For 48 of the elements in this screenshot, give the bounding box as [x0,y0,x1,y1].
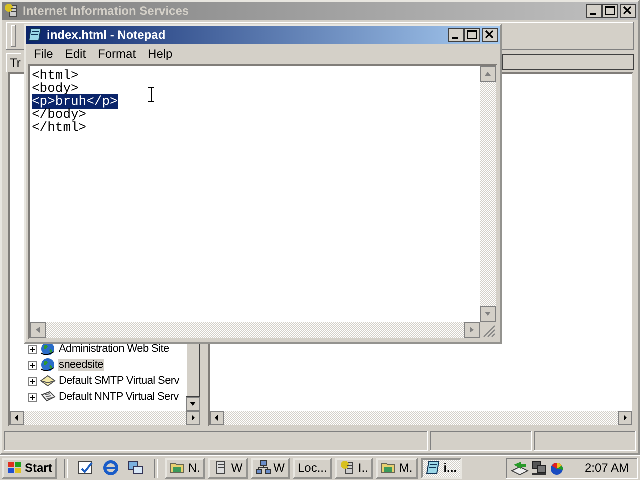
notepad-icon [28,27,44,43]
computer-icon[interactable] [530,460,547,476]
expand-icon[interactable] [28,360,37,370]
toolbar-grip [11,25,16,47]
scroll-thumb[interactable] [186,341,200,397]
expand-icon[interactable] [28,392,37,402]
scroll-bar[interactable] [480,66,496,322]
tree-item[interactable]: sneedsite [58,359,104,371]
tree-item[interactable]: Administration Web Site [58,343,170,355]
tree-item[interactable]: Default NNTP Virtual Serv [58,391,180,403]
envelope-icon [40,373,56,389]
menu-item[interactable]: Format [92,46,142,60]
server-icon [340,460,356,476]
text-cursor-icon [148,87,155,102]
windows-logo-icon [7,461,23,475]
menu-item[interactable]: File [28,46,60,60]
menu-item[interactable]: Help [142,46,179,60]
taskbar-button[interactable]: Loc... [293,458,332,478]
window-title: index.html - Notepad [47,28,166,42]
scroll-bar[interactable] [186,341,200,411]
colorful-circle-icon[interactable] [548,460,565,476]
code-line: </html> [32,120,87,135]
taskbar-button[interactable]: W [208,458,248,478]
code-line: </body> [32,107,87,122]
windows-icon[interactable] [128,460,144,476]
code-line: <html> [32,68,79,83]
taskbar-button[interactable]: I.. [335,458,374,478]
expand-icon[interactable] [28,376,37,386]
tree-item[interactable]: Default SMTP Virtual Serv [58,375,180,387]
minimize-icon[interactable] [448,28,464,42]
start-button[interactable]: Start [2,458,58,478]
text-area[interactable]: <html> <body> <p>bruh</p> </body> </html> [30,66,480,322]
window-title: Internet Information Services [23,4,190,18]
expand-icon[interactable] [28,344,37,354]
scroll-bar[interactable] [10,411,200,425]
taskbar-button[interactable]: i... [420,458,462,478]
menu-item[interactable]: Edit [59,46,92,60]
clock: 2:07 AM [584,461,629,475]
taskbar-button[interactable]: W [250,458,290,478]
taskbar-button[interactable]: N. [165,458,206,478]
server-icon [4,3,20,19]
taskbar-button[interactable]: M. [376,458,418,478]
maximize-icon[interactable] [464,28,480,42]
close-icon[interactable] [482,28,498,42]
scroll-bar[interactable] [210,411,632,425]
globe-icon [40,357,56,373]
notepad-icon [426,460,442,476]
code-line: <body> [32,81,79,96]
